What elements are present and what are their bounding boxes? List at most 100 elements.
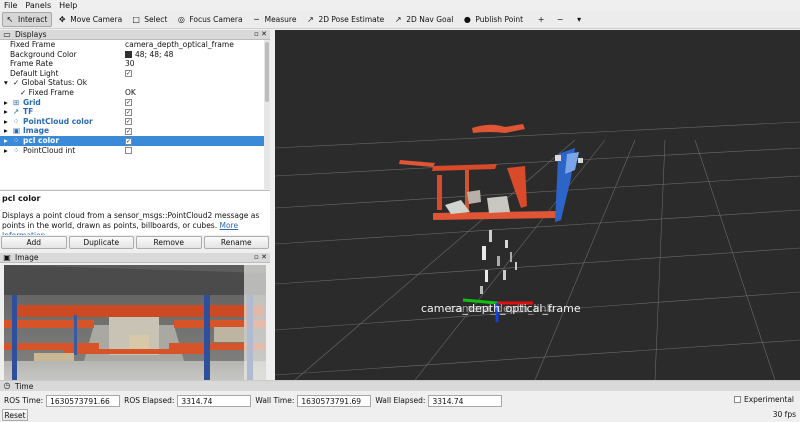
wall-elapsed-field[interactable]: 3314.74 — [428, 394, 503, 407]
display-row[interactable]: ▸ ↗ TF ✓ — [0, 107, 264, 117]
collapse-arrow-icon[interactable]: ▸ — [4, 107, 8, 117]
displays-scrollbar[interactable] — [264, 40, 270, 189]
ros-time-field[interactable]: 1630573791.66 — [46, 394, 121, 407]
tool-label: 2D Pose Estimate — [318, 15, 385, 24]
collapse-arrow-icon[interactable]: ▸ — [4, 98, 8, 108]
display-row[interactable]: ▸ ⊞ Grid ✓ — [0, 98, 264, 108]
display-row-key: Background Color — [10, 49, 77, 59]
duplicate-button[interactable]: Duplicate — [68, 236, 134, 249]
menu-panels[interactable]: Panels — [25, 1, 51, 10]
ros-elapsed-label: ROS Elapsed: — [124, 396, 175, 405]
display-row-checkbox[interactable]: ✓ — [125, 117, 132, 127]
tool-label: 2D Nav Goal — [406, 15, 454, 24]
tool-label: Select — [144, 15, 168, 24]
viewport-render[interactable] — [275, 30, 800, 380]
tool-select[interactable]: □ Select — [129, 12, 171, 27]
time-fields: ROS Time: 1630573791.66 ROS Elapsed: 331… — [0, 394, 800, 407]
checkbox[interactable]: ✓ — [125, 99, 132, 107]
collapse-arrow-icon[interactable]: ▸ — [4, 146, 8, 156]
checkbox[interactable]: ✓ — [125, 127, 132, 135]
checkbox[interactable]: ✓ — [125, 118, 132, 126]
tool-label: Focus Camera — [189, 15, 243, 24]
display-row-key: ✓ Global Status: Ok — [13, 78, 88, 88]
displays-panel: ▭ Displays ▫ ✕ Fixed Frame camera_depth_o… — [0, 30, 270, 235]
image-icon: ▣ — [13, 126, 21, 136]
display-row[interactable]: Default Light ✓ — [0, 69, 264, 79]
display-row-value: 48; 48; 48 — [125, 50, 173, 60]
tool-2d-pose-estimate[interactable]: ↗ 2D Pose Estimate — [303, 12, 388, 27]
tool-settings-icon[interactable]: ▾ — [574, 15, 584, 25]
add-tool-icon[interactable]: + — [536, 15, 546, 25]
panel-close-icon[interactable]: ▫ ✕ — [254, 253, 267, 261]
collapse-arrow-icon[interactable]: ▸ — [4, 136, 8, 146]
display-row[interactable]: ✓ Fixed Frame OK — [0, 88, 264, 98]
toolbar: ↖ Interact ✥ Move Camera □ Select ◎ Focus Camer… — [0, 11, 800, 29]
tool-2d-nav-goal[interactable]: ↗ 2D Nav Goal — [391, 12, 457, 27]
experimental-checkbox[interactable] — [733, 396, 741, 403]
menu-file[interactable]: File — [4, 1, 17, 10]
display-row[interactable]: ▸ ⁘ pcl color ✓ — [0, 136, 264, 146]
display-row-key: Frame Rate — [10, 59, 53, 69]
checkbox[interactable] — [125, 147, 132, 155]
frame-label-link: camera_depth_link — [449, 302, 554, 315]
display-row-key: PointCloud color — [23, 116, 93, 126]
display-row[interactable]: ▾ ✓ Global Status: Ok — [0, 78, 264, 88]
tool-interact[interactable]: ↖ Interact — [2, 12, 53, 27]
checkbox[interactable]: ✓ — [125, 108, 132, 116]
scrollbar-thumb[interactable] — [265, 42, 269, 102]
select-icon: □ — [132, 14, 140, 24]
image-panel-title: ▣ Image ▫ ✕ — [0, 253, 270, 263]
remove-tool-icon[interactable]: − — [555, 15, 565, 25]
menu-help[interactable]: Help — [59, 1, 77, 10]
tool-label: Publish Point — [475, 15, 524, 24]
expand-arrow-icon[interactable]: ▾ — [4, 78, 8, 88]
display-row-checkbox[interactable] — [125, 146, 132, 156]
publish-point-icon: ● — [463, 14, 471, 24]
3d-viewport[interactable]: camera_depth_optical_frame camera_depth_… — [275, 30, 800, 380]
display-row-checkbox[interactable]: ✓ — [125, 136, 132, 146]
collapse-arrow-icon[interactable]: ▸ — [4, 117, 8, 127]
add-button[interactable]: Add — [1, 236, 67, 249]
experimental-toggle[interactable]: Experimental — [733, 395, 794, 404]
displays-tree[interactable]: Fixed Frame camera_depth_optical_frame Bac… — [0, 40, 264, 189]
display-row-checkbox[interactable]: ✓ — [125, 69, 132, 79]
display-row-key: Fixed Frame — [10, 40, 56, 49]
move-camera-icon: ✥ — [58, 14, 66, 24]
checkbox[interactable]: ✓ — [125, 70, 132, 78]
display-row-checkbox[interactable]: ✓ — [125, 107, 132, 117]
panel-close-icon[interactable]: ▫ ✕ — [254, 30, 267, 38]
image-title-label: Image — [15, 253, 39, 262]
display-row[interactable]: Fixed Frame camera_depth_optical_frame — [0, 40, 264, 50]
display-row[interactable]: ▸ ⁘ PointCloud int — [0, 146, 264, 156]
display-row[interactable]: Frame Rate 30 — [0, 59, 264, 69]
display-row-checkbox[interactable]: ✓ — [125, 126, 132, 136]
description-text: Displays a point cloud from a sensor_msg… — [2, 211, 268, 235]
reset-button[interactable]: Reset — [2, 409, 28, 421]
pointcloud-icon: ⁘ — [13, 145, 20, 155]
wall-elapsed-label: Wall Elapsed: — [375, 396, 426, 405]
remove-button[interactable]: Remove — [136, 236, 202, 249]
display-row[interactable]: ▸ ⁘ PointCloud color ✓ — [0, 117, 264, 127]
display-row[interactable]: ▸ ▣ Image ✓ — [0, 126, 264, 136]
ros-time-label: ROS Time: — [4, 396, 44, 405]
rename-button[interactable]: Rename — [203, 236, 269, 249]
pointcloud-icon: ⁘ — [13, 136, 20, 145]
checkbox[interactable]: ✓ — [125, 137, 132, 145]
time-panel: ◷ Time ROS Time: 1630573791.66 ROS Elaps… — [0, 380, 800, 422]
displays-panel-title: ▭ Displays ▫ ✕ — [0, 30, 270, 40]
tool-publish-point[interactable]: ● Publish Point — [460, 12, 527, 27]
image-icon: ▣ — [3, 252, 11, 262]
collapse-arrow-icon[interactable]: ▸ — [4, 126, 8, 136]
tool-label: Interact — [18, 15, 48, 24]
tool-focus-camera[interactable]: ◎ Focus Camera — [174, 12, 246, 27]
display-row[interactable]: Background Color 48; 48; 48 — [0, 50, 264, 60]
wall-time-field[interactable]: 1630573791.69 — [297, 394, 372, 407]
nav-goal-icon: ↗ — [394, 14, 402, 24]
description-title: pcl color — [2, 194, 41, 203]
color-swatch[interactable] — [125, 51, 132, 59]
tool-move-camera[interactable]: ✥ Move Camera — [55, 12, 126, 27]
display-row-key: ✓ Fixed Frame — [20, 88, 74, 97]
tool-measure[interactable]: ─ Measure — [250, 12, 301, 27]
ros-elapsed-field[interactable]: 3314.74 — [177, 394, 252, 407]
display-row-checkbox[interactable]: ✓ — [125, 98, 132, 108]
